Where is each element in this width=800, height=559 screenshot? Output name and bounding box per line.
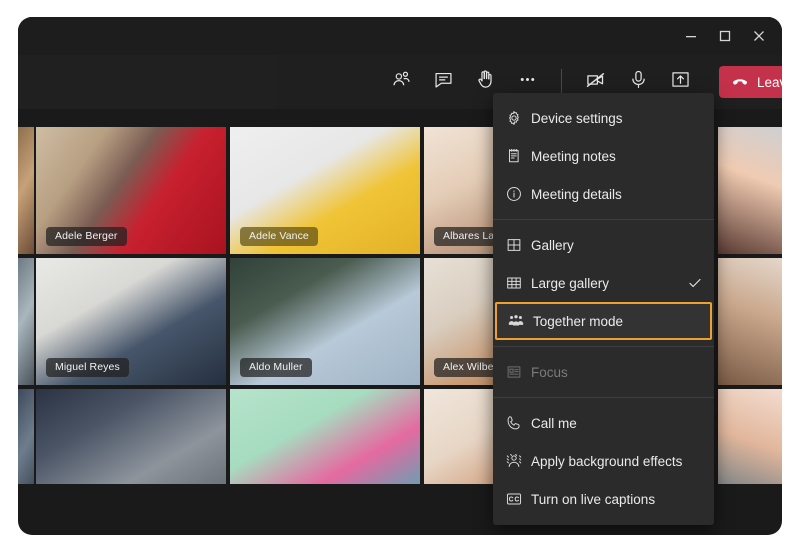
- leave-button[interactable]: Leave: [719, 66, 782, 98]
- video-tile[interactable]: Aldo Muller: [230, 258, 420, 385]
- check-icon: [686, 275, 704, 291]
- menu-item-label: Meeting details: [531, 186, 622, 202]
- menu-separator: [493, 219, 714, 220]
- menu-separator: [493, 397, 714, 398]
- video-tile[interactable]: Miguel Reyes: [36, 258, 226, 385]
- menu-item-label: Together mode: [533, 313, 624, 329]
- chat-icon: [433, 69, 454, 95]
- show-conversation-button[interactable]: [424, 63, 462, 101]
- menu-item-label: Turn on live captions: [531, 491, 656, 507]
- video-tile[interactable]: Adele Berger: [36, 127, 226, 254]
- video-tile[interactable]: Adele Vance: [230, 127, 420, 254]
- menu-item-turn-on-live-captions[interactable]: Turn on live captions: [493, 480, 714, 518]
- menu-item-gallery[interactable]: Gallery: [493, 226, 714, 264]
- ellipsis-icon: [517, 69, 538, 95]
- raise-hand-icon: [475, 69, 496, 95]
- closed-captions-icon: [505, 490, 531, 508]
- info-icon: [505, 185, 531, 203]
- minimize-button[interactable]: [674, 21, 708, 51]
- menu-item-label: Large gallery: [531, 275, 610, 291]
- menu-item-label: Meeting notes: [531, 148, 616, 164]
- menu-item-meeting-notes[interactable]: Meeting notes: [493, 137, 714, 175]
- teams-meeting-window: Leave Adele BergerAdele VanceAlbares Lat…: [18, 17, 782, 535]
- gear-icon: [505, 109, 531, 127]
- background-effects-icon: [505, 452, 531, 470]
- microphone-icon: [628, 69, 649, 95]
- menu-item-call-me[interactable]: Call me: [493, 404, 714, 442]
- more-actions-menu: Device settings Meeting notes Meeting deta…: [493, 93, 714, 525]
- hangup-icon: [731, 73, 749, 91]
- menu-separator: [493, 346, 714, 347]
- screen-root: Leave Adele BergerAdele VanceAlbares Lat…: [0, 0, 800, 559]
- toolbar-divider: [561, 69, 562, 95]
- video-tile-partial[interactable]: [18, 127, 34, 254]
- toolbar-left-region: [18, 55, 276, 109]
- video-tile-partial[interactable]: [718, 127, 782, 254]
- video-tile-partial[interactable]: [18, 258, 34, 385]
- menu-item-large-gallery[interactable]: Large gallery: [493, 264, 714, 302]
- participant-name-badge: Adele Vance: [240, 227, 318, 246]
- menu-item-focus: Focus: [493, 353, 714, 391]
- focus-icon: [505, 363, 531, 381]
- menu-item-apply-background-effects[interactable]: Apply background effects: [493, 442, 714, 480]
- title-bar: [18, 17, 782, 55]
- menu-item-label: Apply background effects: [531, 453, 683, 469]
- menu-item-label: Call me: [531, 415, 577, 431]
- menu-item-together-mode[interactable]: Together mode: [495, 302, 712, 340]
- maximize-button[interactable]: [708, 21, 742, 51]
- menu-item-label: Gallery: [531, 237, 574, 253]
- menu-item-label: Device settings: [531, 110, 623, 126]
- close-button[interactable]: [742, 21, 776, 51]
- people-icon: [391, 69, 412, 95]
- together-mode-icon: [507, 312, 533, 330]
- leave-button-label: Leave: [757, 74, 782, 90]
- participant-name-badge: Miguel Reyes: [46, 358, 129, 377]
- gallery-icon: [505, 236, 531, 254]
- participant-name-badge: Aldo Muller: [240, 358, 312, 377]
- camera-off-icon: [585, 69, 607, 96]
- share-screen-icon: [670, 69, 691, 95]
- participant-name-badge: Adele Berger: [46, 227, 127, 246]
- window-controls: [674, 17, 776, 55]
- menu-item-device-settings[interactable]: Device settings: [493, 99, 714, 137]
- show-participants-button[interactable]: [382, 63, 420, 101]
- phone-icon: [505, 414, 531, 432]
- notes-icon: [505, 147, 531, 165]
- video-tile-partial[interactable]: [718, 258, 782, 385]
- menu-item-meeting-details[interactable]: Meeting details: [493, 175, 714, 213]
- menu-item-label: Focus: [531, 364, 568, 380]
- large-gallery-icon: [505, 274, 531, 292]
